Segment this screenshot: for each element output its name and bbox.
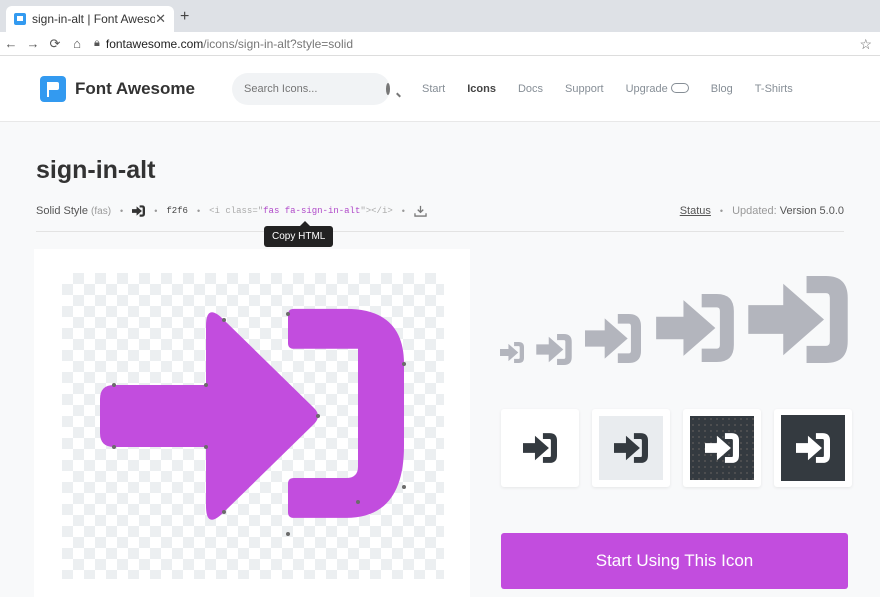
sign-in-alt-icon xyxy=(585,314,641,363)
nav-docs[interactable]: Docs xyxy=(518,83,543,95)
separator: • xyxy=(154,206,158,216)
separator: • xyxy=(120,206,124,216)
sign-in-alt-icon[interactable] xyxy=(96,302,416,550)
divider xyxy=(36,231,844,232)
flag-logo-icon xyxy=(40,76,66,102)
site-header: Font Awesome Start Icons Docs Support Up… xyxy=(0,56,880,122)
preview-gray-inner xyxy=(599,416,663,480)
reload-icon[interactable]: ⟳ xyxy=(44,36,66,52)
separator: • xyxy=(196,206,201,216)
sign-in-alt-icon xyxy=(748,276,848,363)
url-field[interactable]: 🔒︎ fontawesome.com /icons/sign-in-alt?st… xyxy=(94,37,353,51)
preview-dark[interactable] xyxy=(774,409,852,487)
sign-in-alt-icon xyxy=(705,433,739,463)
sign-in-alt-icon xyxy=(500,342,524,363)
nav-blog[interactable]: Blog xyxy=(711,83,733,95)
address-bar: ← → ⟳ ⌂ 🔒︎ fontawesome.com /icons/sign-i… xyxy=(0,32,880,56)
copy-html-tooltip: Copy HTML xyxy=(264,221,334,247)
html-close: "></i> xyxy=(360,206,393,216)
browser-tab-bar: sign-in-alt | Font Awesome ✕ + xyxy=(0,0,880,32)
nav-start[interactable]: Start xyxy=(422,83,445,95)
unicode-value[interactable]: f2f6 xyxy=(166,206,188,216)
nav-icons[interactable]: Icons xyxy=(467,83,496,95)
updated-label: Updated: xyxy=(732,205,777,217)
back-icon[interactable]: ← xyxy=(0,36,22,51)
preview-gray[interactable] xyxy=(592,409,670,487)
bookmark-star-icon[interactable]: ☆ xyxy=(859,36,872,53)
start-using-icon-button[interactable]: Start Using This Icon xyxy=(501,533,848,589)
sign-in-alt-icon[interactable] xyxy=(132,205,146,217)
main-nav: Start Icons Docs Support Upgrade Blog T-… xyxy=(422,83,815,95)
new-tab-button[interactable]: + xyxy=(180,8,189,26)
icon-editor-panel xyxy=(34,249,470,597)
meta-right: Status • Updated: Version 5.0.0 xyxy=(680,205,844,217)
url-host: fontawesome.com xyxy=(105,36,204,51)
url-path: /icons/sign-in-alt?style=solid xyxy=(203,36,353,51)
lock-icon: 🔒︎ xyxy=(94,37,100,49)
gamepad-icon xyxy=(670,83,689,93)
preview-dark-pattern-inner xyxy=(690,416,754,480)
favicon-icon xyxy=(14,13,26,25)
separator: • xyxy=(719,206,724,216)
search-box[interactable] xyxy=(232,73,390,105)
page-title: sign-in-alt xyxy=(36,156,156,184)
nav-support[interactable]: Support xyxy=(565,83,604,95)
forward-icon[interactable]: → xyxy=(22,36,44,51)
style-label: Solid Style xyxy=(36,205,88,217)
html-snippet[interactable]: <i class="fas fa-sign-in-alt"></i> xyxy=(209,206,393,216)
nav-upgrade[interactable]: Upgrade xyxy=(626,83,689,95)
updated-version: Version 5.0.0 xyxy=(779,205,844,217)
html-open: <i class=" xyxy=(209,206,264,216)
sign-in-alt-icon xyxy=(796,433,830,463)
separator: • xyxy=(401,206,405,216)
style-prefix: (fas) xyxy=(91,205,112,217)
icon-meta-row: Solid Style (fas) • • f2f6 • <i class="f… xyxy=(36,205,844,217)
sign-in-alt-icon xyxy=(614,433,648,463)
nav-tshirts[interactable]: T-Shirts xyxy=(755,83,793,95)
home-icon[interactable]: ⌂ xyxy=(66,36,88,51)
sign-in-alt-icon xyxy=(656,294,734,362)
sign-in-alt-icon xyxy=(536,334,572,365)
close-tab-icon[interactable]: ✕ xyxy=(155,11,166,27)
preview-dark-pattern[interactable] xyxy=(683,409,761,487)
status-link[interactable]: Status xyxy=(680,205,711,217)
preview-light[interactable] xyxy=(501,409,579,487)
brand-name: Font Awesome xyxy=(75,79,195,98)
download-icon[interactable] xyxy=(414,205,427,217)
brand-logo[interactable]: Font Awesome xyxy=(40,76,195,102)
browser-tab[interactable]: sign-in-alt | Font Awesome ✕ xyxy=(6,6,174,32)
nav-upgrade-label: Upgrade xyxy=(625,83,668,95)
search-icon[interactable] xyxy=(386,83,390,95)
sign-in-alt-icon xyxy=(523,433,557,463)
preview-dark-inner xyxy=(781,415,845,481)
search-input[interactable] xyxy=(244,83,386,95)
size-previews xyxy=(498,276,850,368)
tab-title: sign-in-alt | Font Awesome xyxy=(32,12,156,26)
html-classes: fas fa-sign-in-alt xyxy=(263,206,361,216)
